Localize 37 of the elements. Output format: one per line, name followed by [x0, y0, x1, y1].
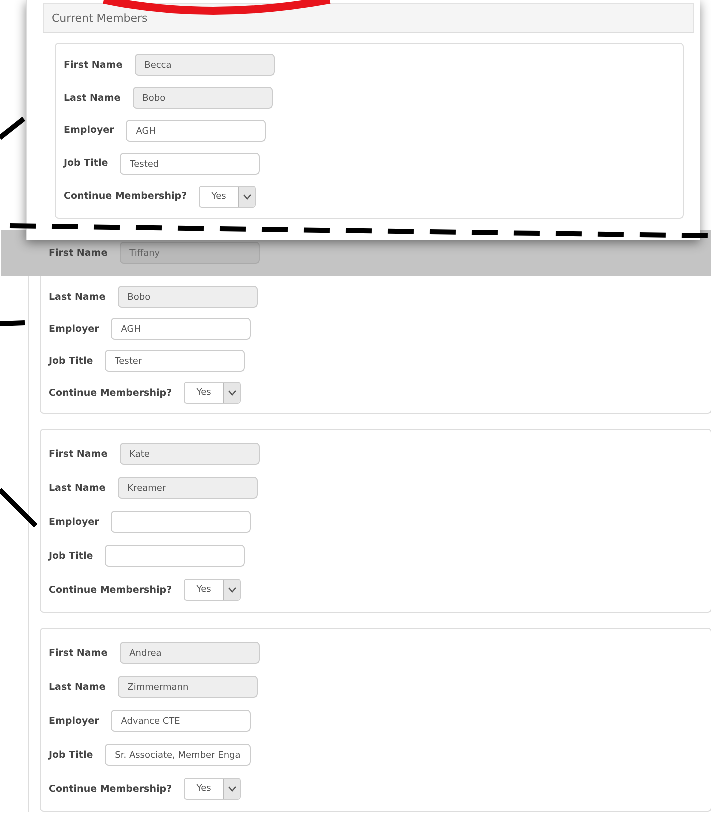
field-label: Last Name — [49, 482, 106, 494]
caret-icon — [228, 587, 237, 593]
field-label: Continue Membership? — [64, 191, 188, 202]
text-field[interactable]: Advance CTE — [111, 710, 252, 732]
field-label: Continue Membership? — [49, 584, 172, 596]
field-label: Last Name — [64, 92, 121, 104]
field-label: First Name — [49, 448, 108, 460]
field-label: First Name — [64, 60, 123, 71]
field-label: Job Title — [64, 158, 108, 170]
field-label: Job Title — [49, 550, 94, 562]
field-label: Continue Membership? — [49, 784, 172, 794]
dropdown[interactable]: Yes — [184, 579, 242, 601]
caret-icon — [228, 786, 237, 792]
dropdown[interactable]: Yes — [184, 382, 242, 404]
field-label: Employer — [64, 125, 114, 136]
dropdown[interactable]: Yes — [184, 778, 242, 800]
field-label: Employer — [49, 716, 100, 726]
text-field[interactable]: Tested — [120, 152, 260, 175]
text-field[interactable] — [105, 545, 246, 567]
field-label: First Name — [49, 648, 108, 658]
field-label: Employer — [49, 516, 100, 528]
text-field[interactable]: Tester — [105, 350, 246, 372]
field-label: Last Name — [49, 292, 106, 302]
field-label: Employer — [49, 324, 100, 334]
field-label: Continue Membership? — [49, 388, 172, 398]
text-field[interactable]: AGH — [126, 120, 266, 142]
text-field[interactable]: AGH — [111, 318, 252, 340]
field-label: Last Name — [49, 682, 106, 692]
text-field[interactable] — [111, 511, 252, 533]
field-label: First Name — [49, 248, 108, 258]
field-label: Job Title — [49, 750, 94, 760]
text-field[interactable]: Sr. Associate, Member Enga — [105, 744, 251, 766]
field-label: Job Title — [49, 356, 94, 366]
caret-icon — [242, 194, 252, 200]
caret-icon — [228, 390, 237, 396]
panel-title: Current Members — [52, 12, 148, 24]
dropdown[interactable]: Yes — [199, 186, 256, 208]
